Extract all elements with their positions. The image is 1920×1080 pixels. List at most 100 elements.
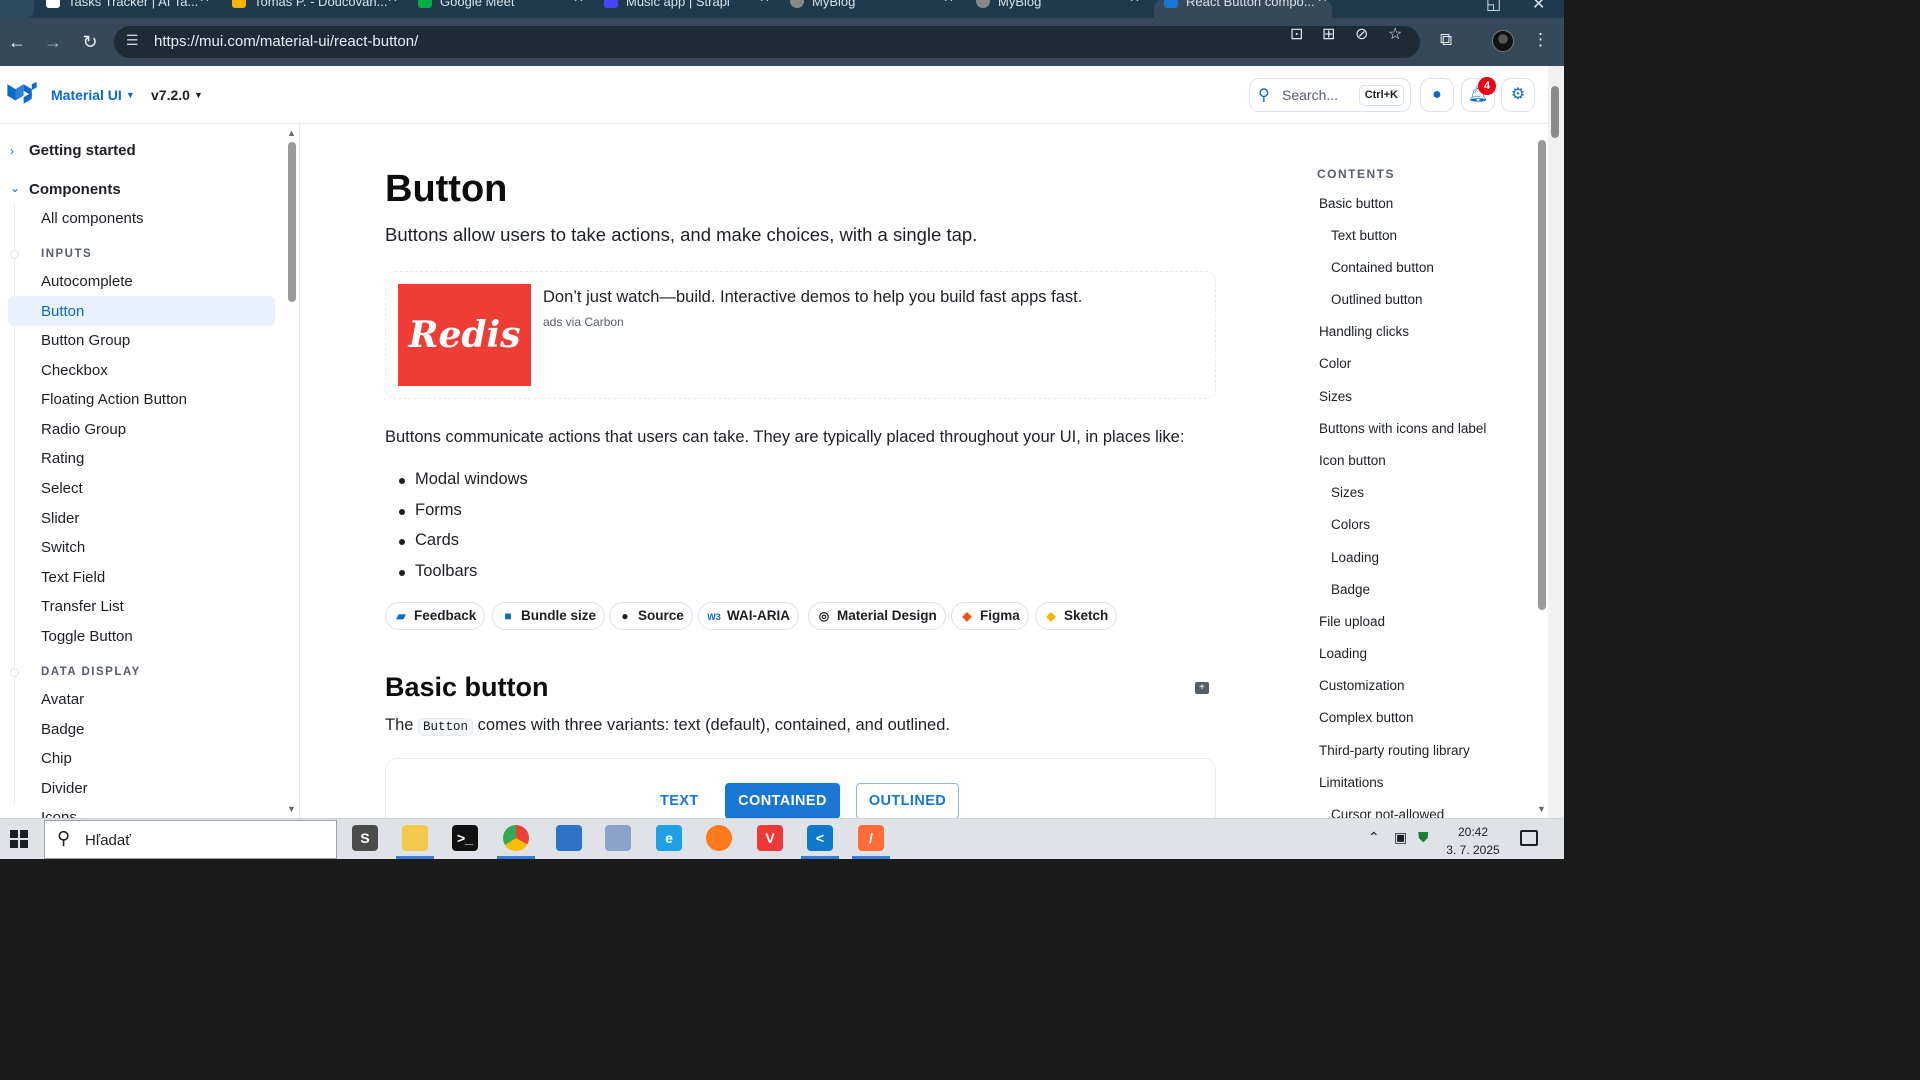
- toc-item[interactable]: Loading: [1319, 646, 1367, 661]
- page-scrollbar-thumb[interactable]: [1551, 86, 1559, 138]
- figma-chip[interactable]: ◆ Figma: [951, 602, 1029, 630]
- tab-doucovanie[interactable]: Tomas P. - Doucovan...✕: [232, 0, 402, 18]
- feedback-comment-icon[interactable]: +: [1195, 682, 1209, 694]
- sketch-chip[interactable]: ◆ Sketch: [1035, 602, 1118, 630]
- tab-search-button[interactable]: [0, 0, 34, 18]
- taskbar-clock[interactable]: 20:42 3. 7. 2025: [1440, 823, 1506, 859]
- sidebar-item-transfer-list[interactable]: Transfer List: [41, 598, 124, 615]
- vscode-icon[interactable]: <: [807, 825, 833, 851]
- toc-item[interactable]: Sizes: [1331, 485, 1364, 500]
- sidebar-item-text-field[interactable]: Text Field: [41, 569, 105, 586]
- tracking-protection-icon[interactable]: ⊘: [1355, 24, 1368, 44]
- profile-avatar[interactable]: [1492, 30, 1514, 52]
- sidebar-item-floating-action-button[interactable]: Floating Action Button: [41, 391, 187, 408]
- toc-item[interactable]: Handling clicks: [1319, 324, 1409, 339]
- tab-music-app[interactable]: Music app | Strapi✕: [604, 0, 774, 18]
- network-icon[interactable]: ▣: [1394, 829, 1407, 846]
- sidebar-item-switch[interactable]: Switch: [41, 539, 85, 556]
- sidebar-item-chip[interactable]: Chip: [41, 750, 72, 767]
- remote-desktop-icon[interactable]: [605, 825, 631, 851]
- tab-google-meet[interactable]: Google Meet✕: [418, 0, 588, 18]
- demo-text-button[interactable]: TEXT: [656, 783, 703, 818]
- chevron-up-icon[interactable]: ⌃: [1368, 829, 1380, 846]
- toc-item[interactable]: Sizes: [1319, 389, 1352, 404]
- github-button[interactable]: ●: [1420, 78, 1454, 112]
- sublime-text-icon[interactable]: S: [352, 825, 378, 851]
- material-design-chip[interactable]: ◎ Material Design: [808, 602, 946, 630]
- carbon-ad[interactable]: Redis Don’t just watch—build. Interactiv…: [385, 271, 1216, 399]
- browser-menu-icon[interactable]: ⋮: [1532, 30, 1549, 50]
- action-center-icon[interactable]: [1520, 830, 1538, 846]
- terminal-icon[interactable]: >_: [452, 825, 478, 851]
- vivaldi-icon[interactable]: V: [757, 825, 783, 851]
- toc-scrollbar-thumb[interactable]: [1538, 140, 1546, 610]
- bookmark-star-icon[interactable]: ☆: [1388, 24, 1402, 44]
- toc-scrollbar[interactable]: ▼: [1536, 130, 1548, 818]
- sidebar-item-slider[interactable]: Slider: [41, 510, 79, 527]
- internet-explorer-icon[interactable]: e: [656, 825, 682, 851]
- sidebar-item-icons[interactable]: Icons: [41, 809, 77, 818]
- sidebar-item-divider[interactable]: Divider: [41, 780, 88, 797]
- feedback-chip[interactable]: ▰ Feedback: [385, 602, 486, 630]
- sidebar-item-badge[interactable]: Badge: [41, 721, 84, 738]
- sidebar-item-autocomplete[interactable]: Autocomplete: [41, 273, 133, 290]
- wai-aria-chip[interactable]: W3 WAI-ARIA: [698, 602, 799, 630]
- restore-window-icon[interactable]: ◱: [1486, 0, 1501, 14]
- tab-tasks-tracker[interactable]: Tasks Tracker | AI Ta...✕: [46, 0, 214, 18]
- extensions-icon[interactable]: ⧉: [1440, 30, 1452, 50]
- ad-image-redis[interactable]: Redis: [398, 284, 531, 386]
- postman-icon[interactable]: /: [858, 825, 884, 851]
- sidebar-item-avatar[interactable]: Avatar: [41, 691, 84, 708]
- sidebar-item-button-group[interactable]: Button Group: [41, 332, 130, 349]
- firefox-icon[interactable]: [706, 825, 732, 851]
- sidebar-group-getting-started[interactable]: Getting started: [29, 142, 136, 159]
- sidebar-scrollbar[interactable]: ▲ ▼: [286, 128, 298, 815]
- bundle-size-chip[interactable]: ■ Bundle size: [492, 602, 606, 630]
- demo-outlined-button[interactable]: OUTLINED: [856, 783, 959, 818]
- site-info-icon[interactable]: ☰: [126, 32, 139, 49]
- reload-icon[interactable]: ↻: [78, 30, 102, 54]
- translate-icon[interactable]: ⊞: [1322, 24, 1335, 44]
- toc-item[interactable]: Icon button: [1319, 453, 1386, 468]
- forward-icon[interactable]: →: [41, 30, 65, 54]
- toc-item[interactable]: Badge: [1331, 582, 1370, 597]
- mui-logo-icon[interactable]: [6, 81, 38, 107]
- security-shield-icon[interactable]: ⛊: [1418, 829, 1429, 846]
- toc-item[interactable]: Basic button: [1319, 196, 1393, 211]
- toc-item[interactable]: Customization: [1319, 678, 1405, 693]
- search-button[interactable]: ⚲ Search... Ctrl+K: [1249, 78, 1411, 112]
- toc-item[interactable]: Text button: [1331, 228, 1397, 243]
- scroll-down-icon[interactable]: ▼: [287, 804, 296, 814]
- toc-item[interactable]: Colors: [1331, 517, 1370, 532]
- url-text[interactable]: https://mui.com/material-ui/react-button…: [154, 33, 418, 50]
- sidebar-item-all-components[interactable]: All components: [41, 210, 144, 227]
- demo-contained-button[interactable]: CONTAINED: [725, 783, 840, 818]
- sidebar-item-checkbox[interactable]: Checkbox: [41, 362, 108, 379]
- tab-myblog[interactable]: MyBlog✕: [790, 0, 958, 18]
- toc-item[interactable]: Buttons with icons and label: [1319, 421, 1486, 436]
- sidebar-item-toggle-button[interactable]: Toggle Button: [41, 628, 133, 645]
- sidebar-item-select[interactable]: Select: [41, 480, 83, 497]
- ad-text[interactable]: Don’t just watch—build. Interactive demo…: [543, 288, 1082, 307]
- sidebar-group-components[interactable]: Components: [29, 181, 121, 198]
- toc-item[interactable]: Cursor not-allowed: [1331, 807, 1444, 818]
- toc-item[interactable]: Complex button: [1319, 710, 1414, 725]
- tab-myblog-2[interactable]: MyBlog✕: [976, 0, 1144, 18]
- sidebar-scrollbar-thumb[interactable]: [288, 142, 296, 302]
- scroll-down-icon[interactable]: ▼: [1537, 804, 1546, 814]
- chrome-icon[interactable]: [503, 825, 529, 851]
- sidebar-item-radio-group[interactable]: Radio Group: [41, 421, 126, 438]
- page-scrollbar[interactable]: [1548, 66, 1564, 818]
- product-switcher[interactable]: Material UI ▼: [51, 87, 135, 103]
- back-icon[interactable]: ←: [5, 30, 29, 54]
- sidebar-item-button[interactable]: Button: [41, 303, 84, 320]
- sidebar-item-rating[interactable]: Rating: [41, 450, 84, 467]
- toc-item[interactable]: Limitations: [1319, 775, 1384, 790]
- toc-item[interactable]: Outlined button: [1331, 292, 1423, 307]
- source-chip[interactable]: ● Source: [609, 602, 693, 630]
- settings-button[interactable]: ⚙: [1501, 78, 1535, 112]
- toc-item[interactable]: Third-party routing library: [1319, 743, 1470, 758]
- teams-icon[interactable]: [556, 825, 582, 851]
- toc-item[interactable]: File upload: [1319, 614, 1385, 629]
- taskbar-search[interactable]: ⚲ Hľadať: [44, 820, 337, 859]
